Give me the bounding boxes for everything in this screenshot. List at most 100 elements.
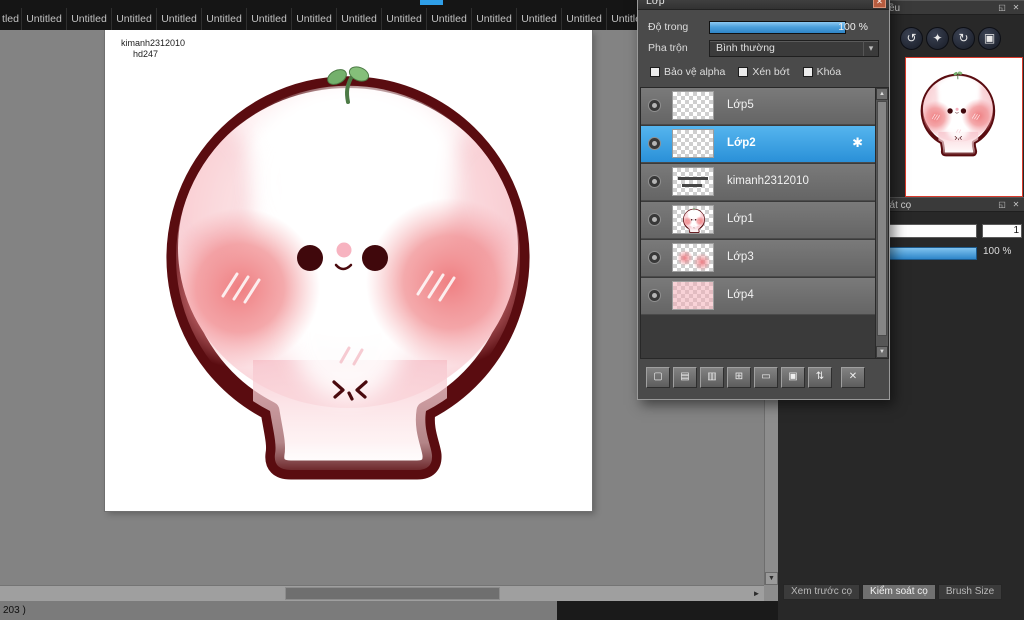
layer-settings-icon[interactable]: ✱ <box>852 135 863 151</box>
reset-view-icon[interactable]: ✦ <box>926 27 949 50</box>
brush-size-value: 100 % <box>983 246 1012 257</box>
layer-blend-row: Pha trộn Bình thường ▾ <box>638 40 889 58</box>
layer-row[interactable]: Lớp3 <box>641 240 875 277</box>
layer-row[interactable]: Lớp4 <box>641 278 875 315</box>
checkbox-label: Xén bớt <box>752 66 790 78</box>
dock-tab[interactable]: Xem trước cọ <box>783 584 861 600</box>
opacity-label: Độ trong <box>648 21 689 33</box>
navigator-thumbnail <box>908 64 1008 163</box>
layer-list-scroll-thumb[interactable] <box>877 101 887 336</box>
layers-panel-title: Lớp <box>646 0 665 7</box>
document-tab[interactable]: Untitled <box>22 8 67 30</box>
close-panel-icon[interactable]: ✕ <box>1010 199 1022 211</box>
layer-option-checkbox[interactable]: Khóa <box>802 65 842 79</box>
new-layer-button[interactable]: ▢ <box>646 366 670 388</box>
scroll-right-button[interactable]: ► <box>749 587 764 601</box>
status-bar: 203 ) <box>0 601 778 620</box>
merge-layer-button[interactable]: ⇅ <box>808 366 832 388</box>
scroll-up-button[interactable]: ▲ <box>876 88 888 100</box>
scroll-down-button[interactable]: ▼ <box>765 572 778 585</box>
checkbox-box[interactable] <box>802 67 813 77</box>
document-tab[interactable]: Untitled <box>202 8 247 30</box>
checkbox-box[interactable] <box>650 67 660 77</box>
layer-thumbnail <box>672 205 714 234</box>
blend-mode-value: Bình thường <box>716 42 775 54</box>
new-folder-button[interactable]: ▭ <box>754 366 778 388</box>
checkbox-label: Khóa <box>816 66 842 78</box>
opacity-value: 100 % <box>838 21 868 33</box>
document-tab[interactable]: Untitled <box>472 8 517 30</box>
new-paper-layer-button[interactable]: ▥ <box>700 366 724 388</box>
blend-mode-dropdown[interactable]: Bình thường ▾ <box>709 40 879 57</box>
layer-row[interactable]: Lớp1 <box>641 202 875 239</box>
layer-thumbnail <box>672 129 714 158</box>
layer-list-scrollbar[interactable]: ▲ ▼ <box>875 88 888 358</box>
layer-name: Lớp4 <box>727 289 754 301</box>
new-linework-layer-button[interactable]: ▤ <box>673 366 697 388</box>
document-tab[interactable]: Untitled <box>247 8 292 30</box>
layer-thumbnail <box>672 167 714 196</box>
scrollbar-corner <box>764 585 778 601</box>
new-layer-set-button[interactable]: ⊞ <box>727 366 751 388</box>
delete-layer-button[interactable]: ✕ <box>841 366 865 388</box>
blend-label: Pha trộn <box>648 42 688 54</box>
layer-visibility-toggle[interactable] <box>648 99 661 112</box>
brush-parameter-value[interactable]: 1 <box>982 224 1022 238</box>
checkbox-label: Bảo vệ alpha <box>664 66 726 78</box>
dock-bottom-tabs: Xem trước cọ Kiểm soát cọ Brush Size <box>783 584 1003 600</box>
layer-thumbnail <box>672 243 714 272</box>
duplicate-layer-button[interactable]: ▣ <box>781 366 805 388</box>
document-tab[interactable]: Untitled <box>112 8 157 30</box>
rotate-ccw-icon[interactable]: ↺ <box>900 27 923 50</box>
layer-visibility-toggle[interactable] <box>648 213 661 226</box>
layer-visibility-toggle[interactable] <box>648 251 661 264</box>
navigator-preview[interactable] <box>905 57 1023 197</box>
horizontal-scrollbar[interactable]: ► <box>0 585 764 601</box>
scroll-down-button[interactable]: ▼ <box>876 346 888 358</box>
brush-size-slider[interactable] <box>884 247 977 260</box>
status-bar-dark-section <box>557 601 778 620</box>
document-tab[interactable]: Untitled <box>382 8 427 30</box>
layer-opacity-row: Độ trong 100 % <box>638 19 889 36</box>
dock-tab[interactable]: Brush Size <box>937 584 1003 600</box>
float-panel-icon[interactable]: ◱ <box>996 199 1008 211</box>
document-tab[interactable]: Untitled <box>292 8 337 30</box>
artist-signature: kimanh2312010 hd247 <box>121 38 185 60</box>
layer-name: Lớp5 <box>727 99 754 111</box>
artist-signature-line2: hd247 <box>133 48 159 59</box>
rotate-cw-icon[interactable]: ↻ <box>952 27 975 50</box>
layer-row[interactable]: kimanh2312010 <box>641 164 875 201</box>
layer-visibility-toggle[interactable] <box>648 289 661 302</box>
close-panel-icon[interactable]: ✕ <box>1010 2 1022 14</box>
brush-parameter-track[interactable] <box>884 224 977 238</box>
layers-panel-close-icon[interactable]: ✕ <box>873 0 886 8</box>
layer-visibility-toggle[interactable] <box>648 175 661 188</box>
layer-visibility-toggle[interactable] <box>648 137 661 150</box>
checkbox-box[interactable] <box>738 67 749 77</box>
layer-name: Lớp3 <box>727 251 754 263</box>
layer-list-rows: Lớp5 Lớp2 ✱ kimanh2312010 Lớp1 Lớp3 Lớp4 <box>641 88 875 358</box>
dock-tab[interactable]: Kiểm soát cọ <box>862 584 936 600</box>
layers-view-icon[interactable]: ▣ <box>978 27 1001 50</box>
chevron-down-icon[interactable]: ▾ <box>863 41 878 56</box>
document-tab[interactable]: Untitled <box>337 8 382 30</box>
layer-thumbnail <box>672 281 714 310</box>
document-tab[interactable]: Untitled <box>562 8 607 30</box>
document-tab[interactable]: Untitled <box>427 8 472 30</box>
document-tab[interactable]: Untitled <box>157 8 202 30</box>
float-panel-icon[interactable]: ◱ <box>996 2 1008 14</box>
layers-panel-titlebar[interactable]: Lớp ✕ <box>638 0 889 10</box>
layer-row[interactable]: Lớp2 ✱ <box>641 126 875 163</box>
opacity-slider[interactable] <box>709 21 846 34</box>
layer-row[interactable]: Lớp5 <box>641 88 875 125</box>
layer-option-checkboxes: Bảo vệ alpha Xén bớt Khóa <box>650 65 885 79</box>
drawing-canvas[interactable]: kimanh2312010 hd247 <box>104 30 593 512</box>
document-tab[interactable]: Untitled <box>67 8 112 30</box>
navigator-icon-row: ↺ ✦ ↻ ▣ <box>900 27 1001 50</box>
layer-thumbnail <box>672 91 714 120</box>
horizontal-scroll-thumb[interactable] <box>285 587 500 600</box>
document-tab[interactable]: tled <box>0 8 22 30</box>
layer-option-checkbox[interactable]: Bảo vệ alpha <box>650 65 725 79</box>
layer-option-checkbox[interactable]: Xén bớt <box>738 65 790 79</box>
document-tab[interactable]: Untitled <box>517 8 562 30</box>
